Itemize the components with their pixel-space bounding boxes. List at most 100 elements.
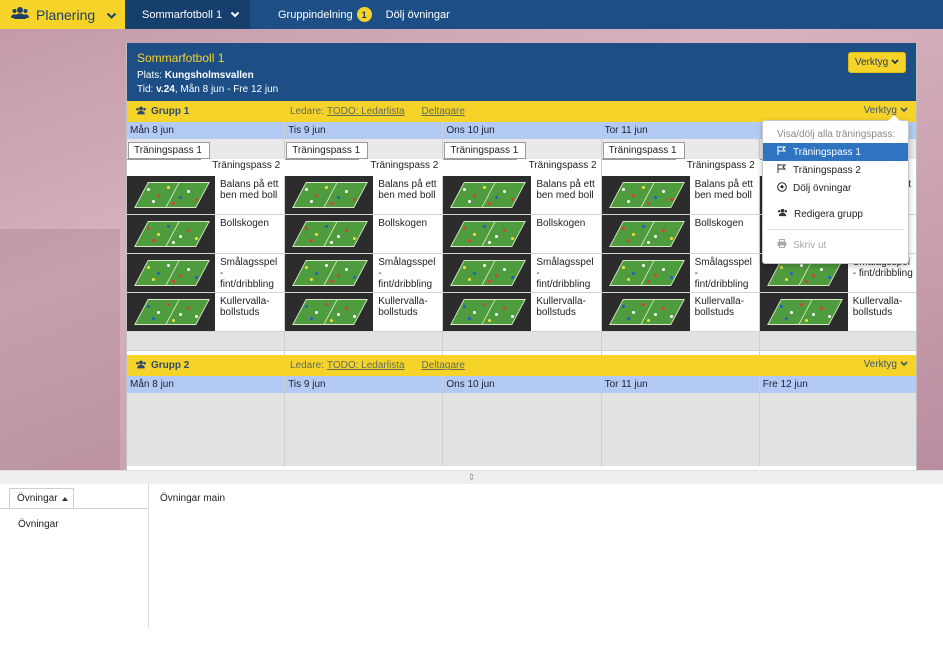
menu-item-session-2[interactable]: Träningspass 2 [763, 161, 908, 179]
chevron-down-icon [891, 57, 899, 68]
player-dot [152, 200, 155, 203]
exercise-row[interactable]: Kullervalla-bollstuds [443, 293, 601, 332]
menu-item-session-1[interactable]: Träningspass 1 [763, 143, 908, 161]
day-body [759, 393, 916, 466]
place-line: Plats: Kungsholmsvallen [137, 70, 906, 81]
group1-leader-link[interactable]: TODO: Ledarlista [327, 106, 405, 117]
menu-item-print-label: Skriv ut [793, 239, 827, 251]
player-dot [172, 319, 175, 322]
player-dot [641, 186, 645, 189]
session-tab-1[interactable]: Träningspass 1 [128, 142, 210, 159]
group2-tools-button[interactable]: Verktyg [864, 359, 908, 370]
player-dot [179, 196, 182, 199]
top-nav: Planering Sommarfotboll 1 Gruppindelning… [0, 0, 943, 29]
group1-members-link[interactable]: Deltagare [422, 106, 465, 117]
group2-name-label: Grupp 2 [151, 360, 190, 371]
menu-item-hide-exercises[interactable]: Dölj övningar [763, 179, 908, 197]
day-header: Tis 9 jun [285, 122, 443, 139]
player-dot [799, 303, 803, 306]
exercise-row[interactable]: Smålagsspel - fint/dribbling [285, 254, 443, 293]
exercise-row[interactable]: Smålagsspel - fint/dribbling [443, 254, 601, 293]
exercise-row[interactable]: Kullervalla-bollstuds [759, 293, 916, 332]
exercise-row[interactable]: Smålagsspel - fint/dribbling [601, 254, 759, 293]
exercise-row[interactable]: Kullervalla-bollstuds [285, 293, 443, 332]
session-tab-2[interactable]: Träningspass 2 [212, 160, 280, 171]
exercise-row[interactable]: Kullervalla-bollstuds [127, 293, 285, 332]
caret-up-icon [61, 493, 68, 504]
page-title: Sommarfotboll 1 [137, 51, 225, 65]
exercise-row[interactable]: Bollskogen [127, 215, 285, 254]
planning-menu-button[interactable]: Planering [0, 0, 125, 29]
player-dot [653, 313, 657, 316]
team-dropdown[interactable]: Sommarfotboll 1 [125, 0, 250, 29]
nav-group-division[interactable]: Gruppindelning 1 [250, 0, 372, 29]
player-dot [661, 268, 665, 271]
session-tab-2[interactable]: Träningspass 2 [370, 160, 438, 171]
player-dot [661, 229, 665, 232]
resize-splitter[interactable]: ⇕ [0, 470, 943, 484]
menu-item-edit-group[interactable]: Redigera grupp [763, 205, 908, 223]
group1-tools-button[interactable]: Verktyg [864, 105, 908, 116]
empty-slot [443, 332, 601, 351]
printer-icon [777, 239, 787, 251]
exercise-row[interactable]: Bollskogen [285, 215, 443, 254]
exercise-thumbnail [601, 254, 690, 292]
group2-members-link[interactable]: Deltagare [422, 360, 465, 371]
player-dot [646, 241, 650, 244]
exercise-row[interactable]: Bollskogen [601, 215, 759, 254]
exercise-row[interactable]: Balans på ett ben med boll [127, 176, 285, 215]
exercise-row[interactable]: Bollskogen [443, 215, 601, 254]
date-range: , Mån 8 jun - Fre 12 jun [174, 84, 279, 95]
session-tab-2[interactable]: Träningspass 2 [529, 160, 597, 171]
session-tab-2[interactable]: Träningspass 2 [687, 160, 755, 171]
empty-slot [759, 332, 916, 351]
player-dot [626, 278, 630, 281]
session-tab-1[interactable]: Träningspass 1 [602, 142, 685, 159]
exercise-row[interactable]: Balans på ett ben med boll [443, 176, 601, 215]
group2-leader-prefix: Ledare: [290, 360, 324, 371]
player-dot [646, 202, 650, 205]
player-dot [827, 315, 831, 318]
player-dot [669, 237, 673, 240]
player-dot [152, 239, 155, 242]
day-column: Ons 10 jun Träningspass 1 Träningspass 2 Ba… [443, 122, 602, 355]
player-dot [167, 225, 170, 228]
player-dot [653, 235, 657, 238]
exercise-row[interactable]: Kullervalla-bollstuds [601, 293, 759, 332]
exercise-title: Kullervalla-bollstuds [852, 296, 903, 318]
player-dot [621, 227, 625, 230]
exercise-row[interactable]: Smålagsspel - fint/dribbling [127, 254, 285, 293]
exercise-row[interactable]: Balans på ett ben med boll [601, 176, 759, 215]
exercise-thumbnail [127, 293, 215, 331]
day-header: Tor 11 jun [601, 122, 759, 139]
player-dot [187, 268, 190, 271]
player-dot [631, 311, 635, 314]
session-tab-1[interactable]: Träningspass 1 [444, 142, 527, 159]
exercise-row[interactable]: Balans på ett ben med boll [285, 176, 443, 215]
users-icon [11, 6, 29, 23]
tools-label: Verktyg [854, 57, 889, 68]
player-dot [669, 198, 673, 201]
group1-leader-prefix: Ledare: [290, 106, 324, 117]
menu-header: Visa/dölj alla träningspass: [777, 129, 896, 140]
player-dot [157, 194, 160, 197]
menu-item-hide-exercises-label: Dölj övningar [793, 182, 852, 194]
day-header: Tis 9 jun [285, 376, 443, 393]
menu-item-print[interactable]: Skriv ut [763, 236, 908, 254]
group2-tools-label: Verktyg [863, 359, 897, 370]
group2-leader-link[interactable]: TODO: Ledarlista [327, 360, 405, 371]
exercise-thumbnail [285, 254, 374, 292]
session-tab-1[interactable]: Träningspass 1 [286, 142, 369, 159]
player-dot [669, 315, 673, 318]
exercise-title: Smålagsspel - fint/dribbling [536, 257, 594, 290]
day-body [601, 393, 759, 466]
exercise-title: Bollskogen [536, 218, 586, 229]
exercises-tab[interactable]: Övningar [9, 488, 74, 508]
player-dot [799, 264, 803, 267]
tools-button[interactable]: Verktyg [847, 52, 906, 73]
player-dot [626, 200, 630, 203]
nav-hide-exercises[interactable]: Dölj övningar [372, 0, 450, 29]
users-icon [777, 208, 788, 220]
exercise-title: Kullervalla-bollstuds [694, 296, 745, 318]
player-dot [147, 305, 150, 308]
